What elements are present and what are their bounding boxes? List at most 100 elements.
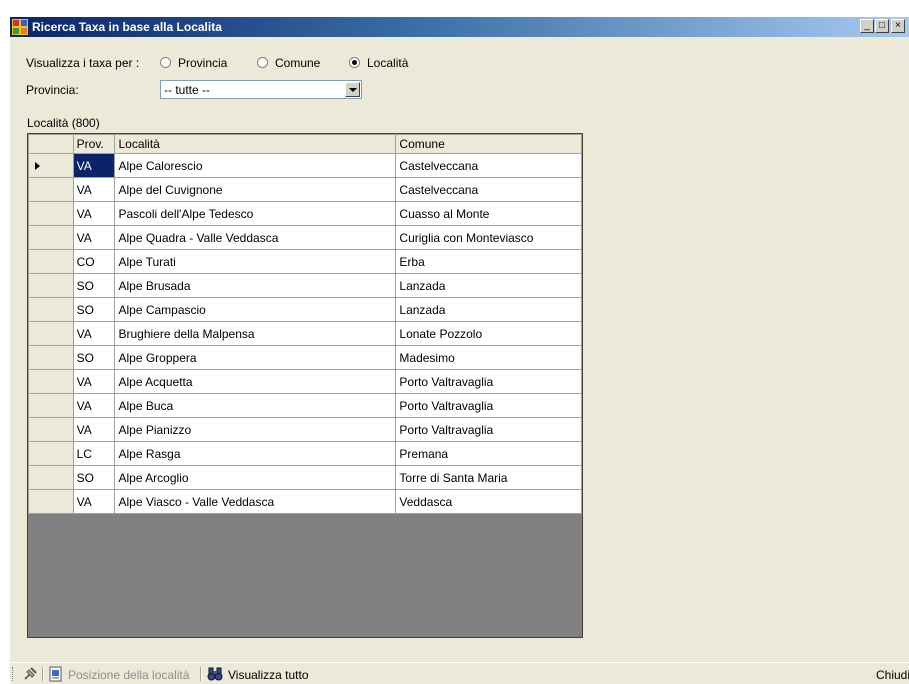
cell-comune[interactable]: Porto Valtravaglia	[395, 393, 582, 418]
table-row[interactable]: VA Brughiere della Malpensa Lonate Pozzolo	[28, 321, 582, 346]
cell-comune[interactable]: Madesimo	[395, 345, 582, 370]
row-header[interactable]	[28, 417, 74, 442]
toolstrip-grip[interactable]	[12, 667, 16, 681]
table-row[interactable]: CO Alpe Turati Erba	[28, 249, 582, 274]
cell-prov[interactable]: VA	[72, 225, 116, 250]
column-header-comune[interactable]: Comune	[395, 134, 582, 154]
title-bar[interactable]: Ricerca Taxa in base alla Localita _ □ ×	[10, 17, 909, 37]
row-header[interactable]	[28, 465, 74, 490]
table-row[interactable]: VA Alpe Viasco - Valle Veddasca Veddasca	[28, 489, 582, 514]
cell-comune[interactable]: Torre di Santa Maria	[395, 465, 582, 490]
cell-localita[interactable]: Alpe Acquetta	[114, 369, 397, 394]
cell-localita[interactable]: Alpe Groppera	[114, 345, 397, 370]
cell-localita[interactable]: Alpe Arcoglio	[114, 465, 397, 490]
table-row[interactable]: VA Alpe Acquetta Porto Valtravaglia	[28, 369, 582, 394]
cell-localita[interactable]: Brughiere della Malpensa	[114, 321, 397, 346]
row-header[interactable]	[28, 177, 74, 202]
maximize-button[interactable]: □	[875, 19, 889, 33]
cell-comune[interactable]: Lanzada	[395, 297, 582, 322]
cell-prov[interactable]: SO	[72, 273, 116, 298]
row-header[interactable]	[28, 273, 74, 298]
cell-localita[interactable]: Alpe Buca	[114, 393, 397, 418]
table-row[interactable]: SO Alpe Arcoglio Torre di Santa Maria	[28, 465, 582, 490]
close-button[interactable]: Chiudi	[876, 668, 909, 682]
cell-localita[interactable]: Alpe Campascio	[114, 297, 397, 322]
minimize-button[interactable]: _	[860, 19, 874, 33]
cell-comune[interactable]: Porto Valtravaglia	[395, 369, 582, 394]
cell-comune[interactable]: Castelveccana	[395, 177, 582, 202]
show-all-button[interactable]: Visualizza tutto	[228, 668, 309, 682]
row-header[interactable]	[28, 489, 74, 514]
row-header[interactable]	[28, 225, 74, 250]
row-header[interactable]	[28, 441, 74, 466]
cell-prov[interactable]: SO	[72, 297, 116, 322]
cell-prov[interactable]: LC	[72, 441, 116, 466]
cell-prov[interactable]: VA	[72, 201, 116, 226]
table-row[interactable]: SO Alpe Groppera Madesimo	[28, 345, 582, 370]
column-header-prov[interactable]: Prov.	[72, 134, 116, 154]
cell-localita[interactable]: Alpe Pianizzo	[114, 417, 397, 442]
document-icon[interactable]	[48, 666, 64, 682]
row-header[interactable]	[28, 369, 74, 394]
table-row[interactable]: VA Alpe Pianizzo Porto Valtravaglia	[28, 417, 582, 442]
cell-localita[interactable]: Pascoli dell'Alpe Tedesco	[114, 201, 397, 226]
cell-prov[interactable]: VA	[72, 369, 116, 394]
cell-prov[interactable]: VA	[72, 153, 116, 178]
cell-comune[interactable]: Curiglia con Monteviasco	[395, 225, 582, 250]
cell-prov[interactable]: VA	[72, 489, 116, 514]
table-row[interactable]: VA Alpe Buca Porto Valtravaglia	[28, 393, 582, 418]
table-row[interactable]: VA Pascoli dell'Alpe Tedesco Cuasso al Mon…	[28, 201, 582, 226]
position-localita-button[interactable]: Posizione della località	[68, 668, 189, 682]
pin-icon[interactable]	[22, 666, 38, 682]
cell-comune[interactable]: Porto Valtravaglia	[395, 417, 582, 442]
cell-localita[interactable]: Alpe Rasga	[114, 441, 397, 466]
close-window-button[interactable]: ×	[891, 19, 905, 33]
cell-prov[interactable]: VA	[72, 417, 116, 442]
cell-localita[interactable]: Alpe Viasco - Valle Veddasca	[114, 489, 397, 514]
cell-comune[interactable]: Lonate Pozzolo	[395, 321, 582, 346]
cell-comune[interactable]: Premana	[395, 441, 582, 466]
cell-localita[interactable]: Alpe del Cuvignone	[114, 177, 397, 202]
radio-comune[interactable]	[257, 57, 268, 68]
binoculars-icon[interactable]	[207, 666, 223, 682]
column-header-localita[interactable]: Località	[114, 134, 397, 154]
chevron-down-icon[interactable]	[345, 82, 360, 97]
cell-comune[interactable]: Lanzada	[395, 273, 582, 298]
cell-comune[interactable]: Erba	[395, 249, 582, 274]
table-row[interactable]: VA Alpe Quadra - Valle Veddasca Curiglia c…	[28, 225, 582, 250]
table-row[interactable]: SO Alpe Campascio Lanzada	[28, 297, 582, 322]
cell-comune[interactable]: Veddasca	[395, 489, 582, 514]
cell-prov[interactable]: VA	[72, 177, 116, 202]
localita-grid[interactable]: Prov. Località Comune VA Alpe Calorescio C…	[27, 133, 583, 638]
cell-prov[interactable]: SO	[72, 345, 116, 370]
cell-localita[interactable]: Alpe Turati	[114, 249, 397, 274]
radio-provincia-label[interactable]: Provincia	[178, 56, 227, 70]
row-header[interactable]	[28, 153, 74, 178]
row-header[interactable]	[28, 345, 74, 370]
table-row[interactable]: LC Alpe Rasga Premana	[28, 441, 582, 466]
cell-localita[interactable]: Alpe Quadra - Valle Veddasca	[114, 225, 397, 250]
cell-prov[interactable]: VA	[72, 321, 116, 346]
cell-comune[interactable]: Cuasso al Monte	[395, 201, 582, 226]
cell-comune[interactable]: Castelveccana	[395, 153, 582, 178]
localita-table: Prov. Località Comune VA Alpe Calorescio C…	[28, 134, 582, 514]
table-row[interactable]: VA Alpe del Cuvignone Castelveccana	[28, 177, 582, 202]
row-header[interactable]	[28, 249, 74, 274]
provincia-dropdown[interactable]: -- tutte --	[160, 80, 362, 99]
row-header[interactable]	[28, 201, 74, 226]
row-header[interactable]	[28, 321, 74, 346]
cell-prov[interactable]: SO	[72, 465, 116, 490]
cell-localita[interactable]: Alpe Brusada	[114, 273, 397, 298]
localita-count-label: Località (800)	[27, 116, 100, 130]
cell-prov[interactable]: CO	[72, 249, 116, 274]
radio-comune-label[interactable]: Comune	[275, 56, 320, 70]
cell-prov[interactable]: VA	[72, 393, 116, 418]
table-row[interactable]: SO Alpe Brusada Lanzada	[28, 273, 582, 298]
cell-localita[interactable]: Alpe Calorescio	[114, 153, 397, 178]
row-header[interactable]	[28, 297, 74, 322]
radio-localita[interactable]	[349, 57, 360, 68]
row-header[interactable]	[28, 393, 74, 418]
radio-localita-label[interactable]: Località	[367, 56, 408, 70]
table-row[interactable]: VA Alpe Calorescio Castelveccana	[28, 153, 582, 178]
radio-provincia[interactable]	[160, 57, 171, 68]
